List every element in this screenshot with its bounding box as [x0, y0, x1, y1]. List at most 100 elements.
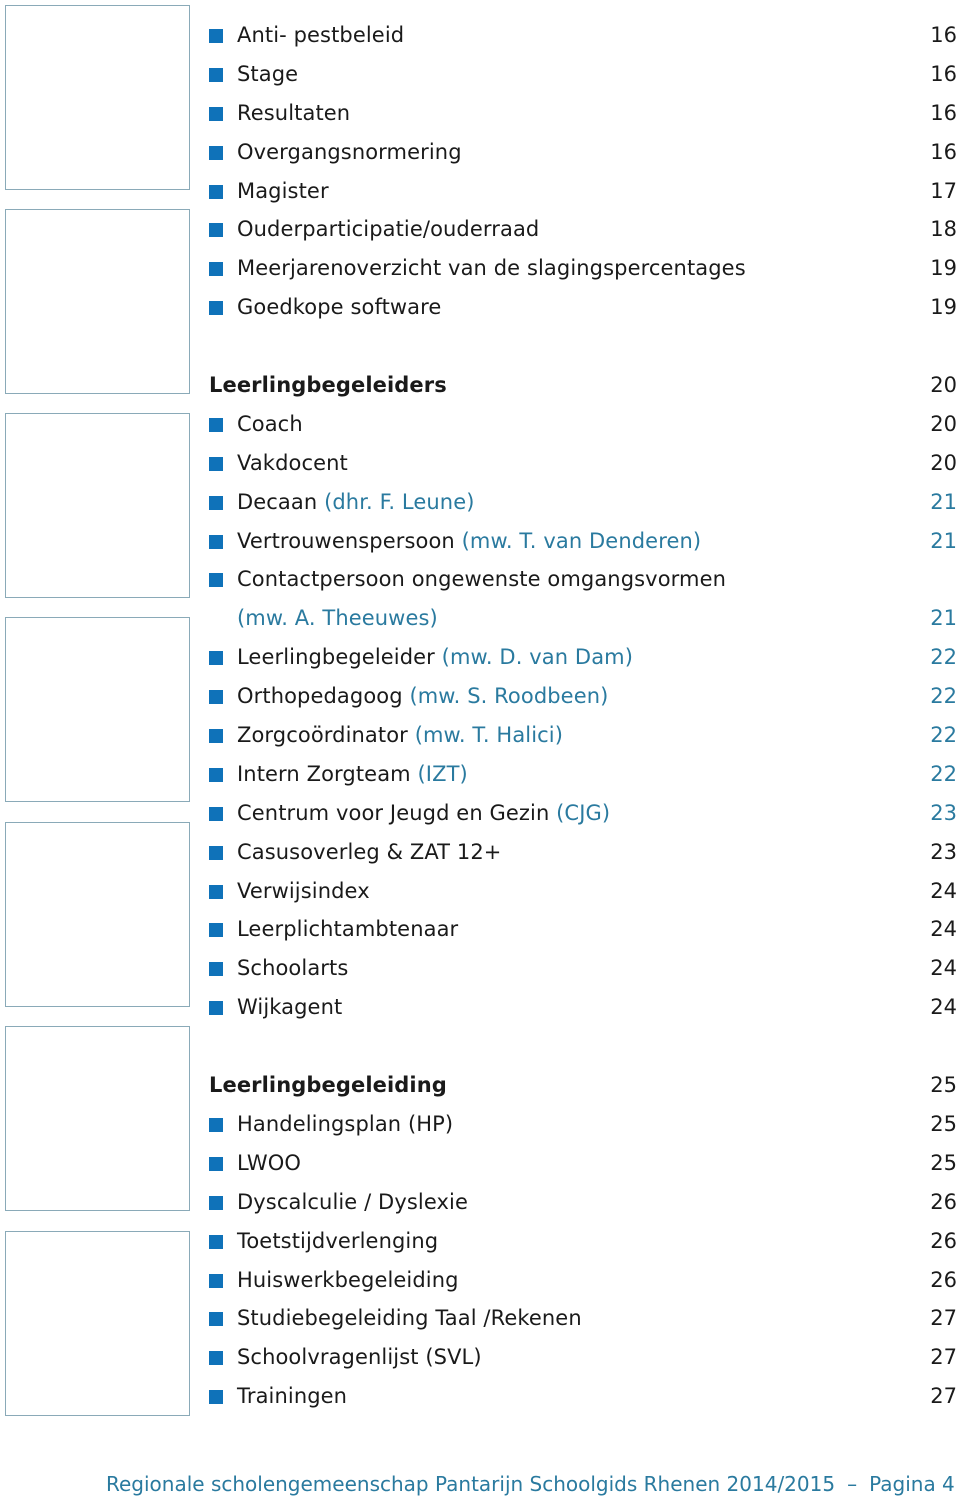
toc-page-number: 16	[930, 100, 957, 125]
square-bullet-icon	[209, 1001, 223, 1016]
toc-entry-note: (CJG)	[556, 800, 611, 825]
square-bullet-icon	[209, 301, 223, 316]
toc-entry[interactable]: Resultaten 16	[209, 94, 957, 133]
toc-entry[interactable]: LWOO 25	[209, 1144, 957, 1183]
toc-page-number: 20	[930, 373, 957, 398]
toc-entry-label: Goedkope software	[237, 288, 441, 327]
square-bullet-icon	[209, 690, 223, 705]
toc-entry[interactable]: Zorgcoördinator (mw. T. Halici) 22	[209, 716, 957, 755]
toc-entry[interactable]: Meerjarenoverzicht van de slagingspercen…	[209, 249, 957, 288]
toc-section-heading[interactable]: Leerlingbegeleiders 20	[209, 366, 957, 405]
toc-page-number: 26	[930, 1228, 957, 1253]
toc-entry[interactable]: Intern Zorgteam (IZT) 22	[209, 755, 957, 794]
toc-entry[interactable]: Handelingsplan (HP) 25	[209, 1105, 957, 1144]
toc-page-number: 21	[930, 606, 957, 631]
square-bullet-icon	[209, 729, 223, 744]
square-bullet-icon	[209, 29, 223, 43]
toc-entry[interactable]: Studiebegeleiding Taal /Rekenen 27	[209, 1299, 957, 1338]
toc-entry-label: Intern Zorgteam (IZT)	[237, 755, 468, 794]
toc-entry-label: Huiswerkbegeleiding	[237, 1261, 459, 1300]
square-bullet-icon	[209, 262, 223, 277]
toc-entry-label: Leerlingbegeleiding	[209, 1066, 447, 1105]
toc-entry[interactable]: Contactpersoon ongewenste omgangsvormen	[209, 560, 957, 599]
toc-page-number: 24	[930, 956, 957, 981]
toc-entry[interactable]: Schoolarts 24	[209, 949, 957, 988]
toc-entry[interactable]: Ouderparticipatie/ouderraad 18	[209, 210, 957, 249]
toc-entry-label: Ouderparticipatie/ouderraad	[237, 210, 539, 249]
toc-entry-title: Magister	[237, 178, 329, 203]
toc-entry-note: (mw. S. Roodbeen)	[409, 684, 609, 709]
square-bullet-icon	[209, 223, 223, 238]
footer-page-number: Pagina 4	[869, 1472, 955, 1496]
toc-entry-title: Ouderparticipatie/ouderraad	[237, 217, 540, 242]
toc-entry[interactable]: Schoolvragenlijst (SVL) 27	[209, 1338, 957, 1377]
toc-entry-label: Decaan (dhr. F. Leune)	[237, 483, 475, 522]
toc-section-heading[interactable]: Leerlingbegeleiding 25	[209, 1066, 957, 1105]
square-bullet-icon	[209, 806, 223, 821]
toc-entry[interactable]: Leerplichtambtenaar 24	[209, 910, 957, 949]
toc-page-number: 16	[930, 23, 957, 47]
toc-page-number: 18	[930, 217, 957, 242]
toc-page-number: 25	[930, 1150, 957, 1175]
toc-entry-label: Trainingen	[237, 1377, 347, 1416]
toc-entry[interactable]: (mw. A. Theeuwes) 21	[209, 599, 957, 638]
toc-entry[interactable]: Magister 17	[209, 172, 957, 211]
toc-entry-title: Casusoverleg & ZAT 12+	[237, 839, 502, 864]
toc-entry[interactable]: Dyscalculie / Dyslexie 26	[209, 1183, 957, 1222]
toc-entry[interactable]: Verwijsindex 24	[209, 872, 957, 911]
toc-entry-label: Magister	[237, 172, 329, 211]
toc-entry[interactable]: Casusoverleg & ZAT 12+ 23	[209, 833, 957, 872]
toc-entry-label: Overgangsnormering	[237, 133, 462, 172]
toc-entry-title: Vakdocent	[237, 450, 348, 475]
toc-entry-title: Leerplichtambtenaar	[237, 917, 459, 942]
toc-entry[interactable]: Goedkope software 19	[209, 288, 957, 327]
toc-entry[interactable]: Orthopedagoog (mw. S. Roodbeen) 22	[209, 677, 957, 716]
toc-entry[interactable]: Huiswerkbegeleiding 26	[209, 1261, 957, 1300]
square-bullet-icon	[209, 767, 223, 782]
toc-page-number: 25	[930, 1111, 957, 1136]
toc-page-number: 20	[930, 411, 957, 436]
toc-page-number: 23	[930, 800, 957, 825]
toc-page-number: 17	[930, 178, 957, 203]
square-bullet-icon	[209, 1390, 223, 1405]
toc-entry-label: Schoolarts	[237, 949, 348, 988]
square-bullet-icon	[209, 1351, 223, 1366]
toc-entry[interactable]: Trainingen 27	[209, 1377, 957, 1416]
toc-entry-label: Wijkagent	[237, 988, 342, 1027]
toc-entry[interactable]: Overgangsnormering 16	[209, 133, 957, 172]
toc-entry-label: Leerlingbegeleider (mw. D. van Dam)	[237, 638, 633, 677]
toc-entry-title: Toetstijdverlenging	[237, 1228, 439, 1253]
toc-entry[interactable]: Decaan (dhr. F. Leune) 21	[209, 483, 957, 522]
toc-entry[interactable]: Anti- pestbeleid 16	[209, 16, 957, 55]
toc-entry[interactable]: Coach 20	[209, 405, 957, 444]
toc-entry[interactable]: Vertrouwenspersoon (mw. T. van Denderen)…	[209, 522, 957, 561]
toc-page-number: 16	[930, 61, 957, 86]
square-bullet-icon	[209, 1234, 223, 1249]
toc-entry[interactable]: Stage 16	[209, 55, 957, 94]
toc-entry-label: Handelingsplan (HP)	[237, 1105, 453, 1144]
toc-entry-title: Schoolvragenlijst (SVL)	[237, 1345, 482, 1370]
toc-entry[interactable]: Wijkagent 24	[209, 988, 957, 1027]
toc-page-number: 26	[930, 1267, 957, 1292]
image-placeholder-6	[5, 1026, 190, 1211]
toc-page-number: 21	[930, 528, 957, 553]
toc-entry-label: Dyscalculie / Dyslexie	[237, 1183, 468, 1222]
toc-entry-label: Vertrouwenspersoon (mw. T. van Denderen)	[237, 522, 701, 561]
image-placeholder-7	[5, 1231, 190, 1416]
toc-entry-label: Verwijsindex	[237, 872, 370, 911]
toc-entry-label: Orthopedagoog (mw. S. Roodbeen)	[237, 677, 608, 716]
toc-entry-note: (mw. A. Theeuwes)	[237, 606, 438, 631]
toc-entry-label: LWOO	[237, 1144, 301, 1183]
toc-entry-title: Huiswerkbegeleiding	[237, 1267, 459, 1292]
toc-entry[interactable]: Centrum voor Jeugd en Gezin (CJG) 23	[209, 794, 957, 833]
footer-title: Regionale scholengemeenschap Pantarijn S…	[106, 1472, 836, 1496]
toc-entry[interactable]: Leerlingbegeleider (mw. D. van Dam) 22	[209, 638, 957, 677]
toc-entry-title: Trainingen	[237, 1384, 348, 1409]
toc-entry-title: Intern Zorgteam	[237, 761, 411, 786]
square-bullet-icon	[209, 145, 223, 160]
toc-page-number: 23	[930, 839, 957, 864]
toc-entry-title: Orthopedagoog	[237, 684, 403, 709]
toc-entry[interactable]: Toetstijdverlenging 26	[209, 1222, 957, 1261]
toc-entry[interactable]: Vakdocent 20	[209, 444, 957, 483]
toc-entry-note: (dhr. F. Leune)	[324, 489, 475, 514]
